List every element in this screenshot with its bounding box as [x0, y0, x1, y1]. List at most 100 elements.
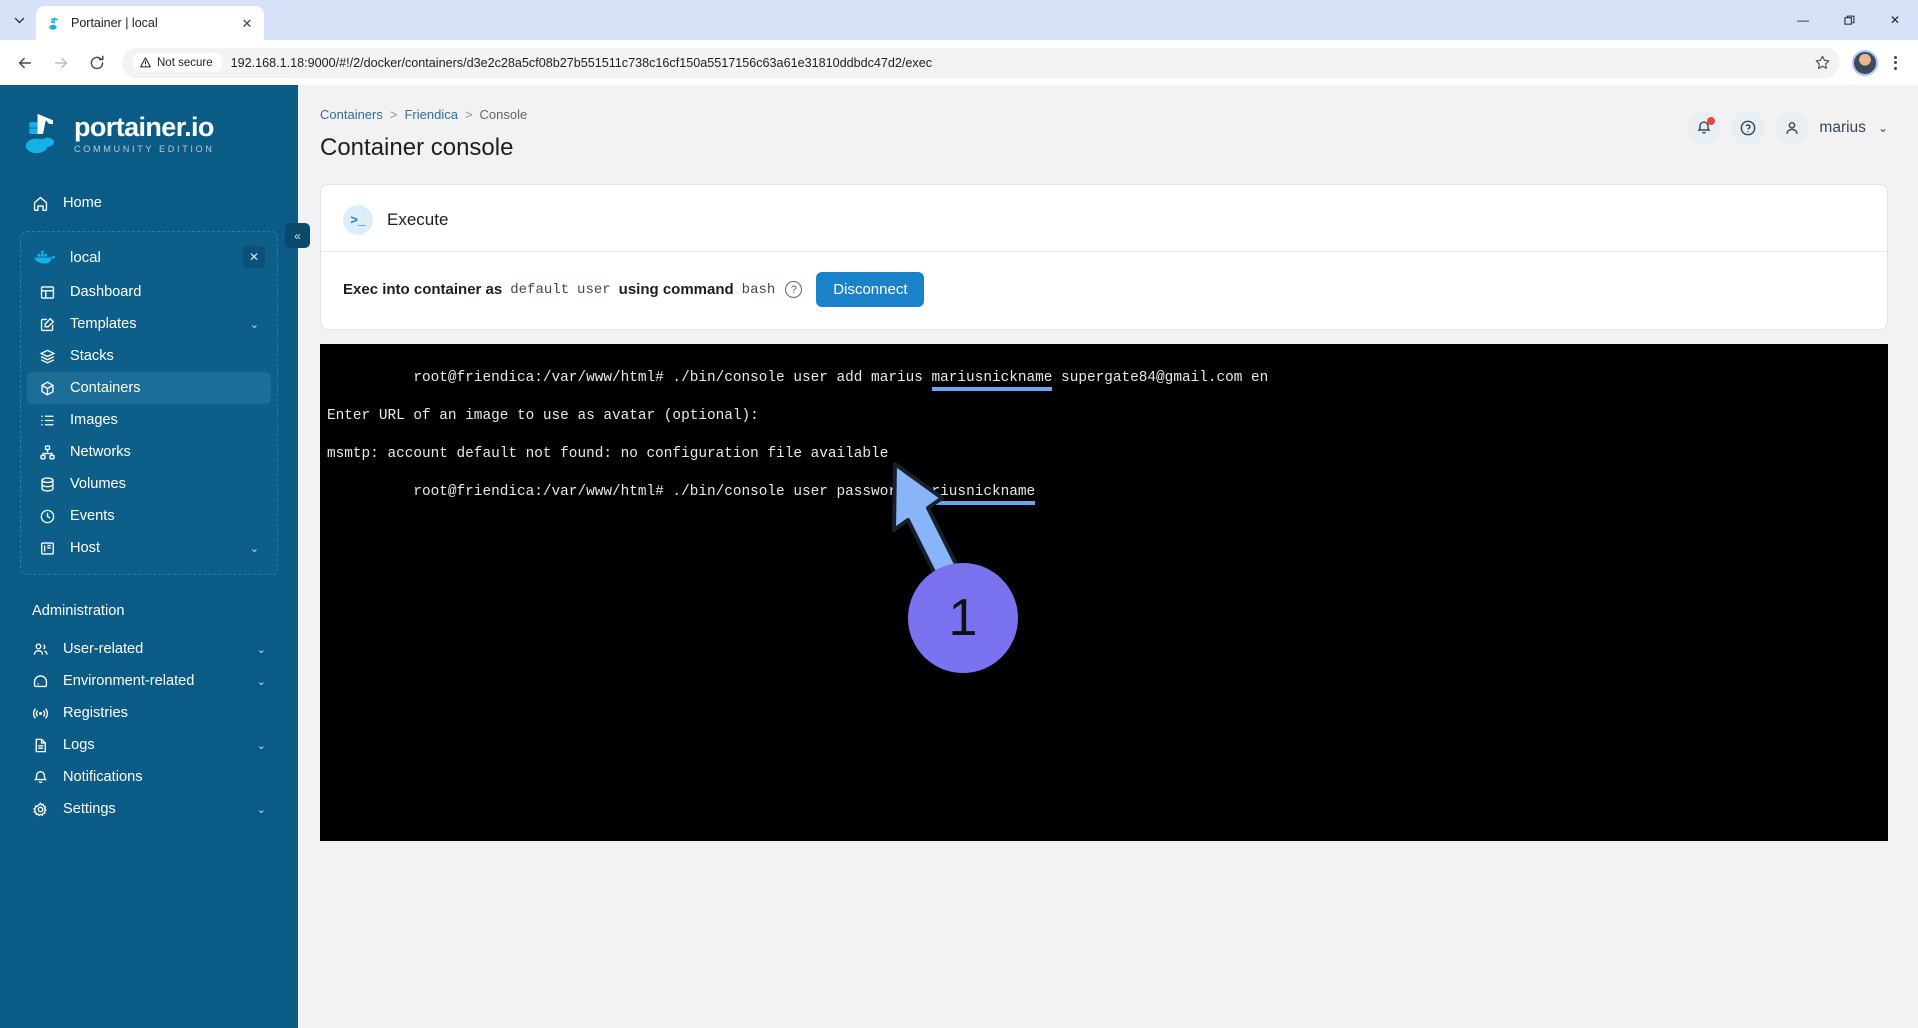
- sidebar-item-containers[interactable]: Containers: [27, 372, 271, 404]
- terminal-line: root@friendica:/var/www/html# ./bin/cons…: [327, 350, 1888, 407]
- breadcrumb-console: Console: [479, 107, 528, 122]
- sidebar: portainer.io COMMUNITY EDITION « Home lo…: [0, 85, 310, 1028]
- environment-header[interactable]: local ✕: [21, 238, 277, 276]
- gear-icon: [32, 801, 49, 818]
- security-indicator[interactable]: Not secure: [132, 53, 223, 72]
- tab-search-button[interactable]: [4, 5, 34, 35]
- terminal-line: Enter URL of an image to use as avatar (…: [327, 408, 759, 424]
- sidebar-item-settings[interactable]: Settings ⌄: [20, 793, 278, 825]
- terminal-line: root@friendica:/var/www/html# ./bin/cons…: [327, 464, 1888, 521]
- page-title: Container console: [320, 134, 514, 161]
- user-avatar-button[interactable]: [1775, 111, 1810, 145]
- sidebar-item-environment-related[interactable]: Environment-related ⌄: [20, 665, 278, 697]
- chevron-down-icon[interactable]: ⌄: [1878, 121, 1888, 135]
- execute-title: Execute: [387, 210, 449, 229]
- disconnect-button[interactable]: Disconnect: [816, 272, 925, 307]
- exec-label-prefix: Exec into container as: [343, 281, 503, 298]
- window-controls: — ✕: [1780, 0, 1918, 40]
- environment-name: local: [70, 248, 101, 266]
- notifications-button[interactable]: [1687, 111, 1722, 145]
- exec-settings-row: Exec into container as default user usin…: [321, 252, 1887, 329]
- tab-strip: Portainer | local ✕ — ✕: [0, 0, 1918, 40]
- sidebar-item-registries[interactable]: Registries: [20, 697, 278, 729]
- user-icon: [1786, 121, 1799, 134]
- back-button[interactable]: [8, 46, 42, 80]
- kebab-menu-icon[interactable]: [1880, 48, 1910, 78]
- sidebar-item-images[interactable]: Images: [27, 404, 271, 436]
- sidebar-item-logs[interactable]: Logs ⌄: [20, 729, 278, 761]
- sidebar-item-dashboard[interactable]: Dashboard: [27, 276, 271, 308]
- chevron-down-icon: ⌄: [256, 739, 266, 752]
- main-content: Containers > Friendica > Console Contain…: [298, 85, 1918, 1028]
- step-number-badge: 1: [908, 563, 1018, 673]
- page-header: Containers > Friendica > Console Contain…: [298, 85, 1918, 162]
- tab-title: Portainer | local: [71, 16, 158, 30]
- warning-triangle-icon: [140, 57, 151, 68]
- logs-icon: [32, 737, 49, 754]
- sidebar-item-label: Logs: [63, 737, 95, 753]
- help-circle-icon[interactable]: ?: [785, 281, 803, 298]
- security-label: Not secure: [157, 56, 213, 69]
- sidebar-item-stacks[interactable]: Stacks: [27, 340, 271, 372]
- portainer-logo[interactable]: portainer.io COMMUNITY EDITION: [0, 85, 298, 181]
- events-clock-icon: [39, 508, 56, 525]
- sidebar-item-volumes[interactable]: Volumes: [27, 468, 271, 500]
- registries-icon: [32, 705, 49, 722]
- forward-button[interactable]: [44, 46, 78, 80]
- breadcrumb-separator: >: [464, 107, 473, 122]
- exec-label-command: using command: [618, 281, 734, 298]
- images-icon: [39, 412, 56, 429]
- address-bar[interactable]: Not secure 192.168.1.18:9000/#!/2/docker…: [122, 47, 1840, 78]
- terminal-text: root@friendica:/var/www/html# ./bin/cons…: [413, 484, 915, 500]
- sidebar-item-label: User-related: [63, 641, 144, 657]
- arrow-left-icon: [18, 57, 32, 68]
- exec-command-value: bash: [741, 281, 776, 298]
- help-button[interactable]: [1731, 111, 1766, 145]
- username-label: marius: [1819, 119, 1866, 136]
- browser-toolbar: Not secure 192.168.1.18:9000/#!/2/docker…: [0, 40, 1918, 85]
- portainer-app: portainer.io COMMUNITY EDITION « Home lo…: [0, 85, 1918, 1028]
- execute-card-header: >_ Execute: [321, 185, 1887, 251]
- help-circle-icon: [1741, 120, 1756, 136]
- arrow-right-icon: [54, 57, 68, 68]
- terminal-highlight: mariusnickname: [931, 370, 1053, 386]
- sidebar-item-host[interactable]: Host ⌄: [27, 532, 271, 564]
- sidebar-item-user-related[interactable]: User-related ⌄: [20, 633, 278, 665]
- breadcrumb-friendica[interactable]: Friendica: [404, 107, 457, 122]
- reload-button[interactable]: [80, 46, 114, 80]
- browser-window: Portainer | local ✕ — ✕ Not secure 192.1…: [0, 0, 1918, 1028]
- sidebar-item-notifications[interactable]: Notifications: [20, 761, 278, 793]
- environment-close-button[interactable]: ✕: [243, 246, 265, 268]
- star-icon[interactable]: [1810, 54, 1834, 71]
- containers-icon: [39, 380, 56, 397]
- minimize-button[interactable]: —: [1780, 0, 1826, 40]
- sidebar-item-networks[interactable]: Networks: [27, 436, 271, 468]
- sidebar-item-label: Home: [63, 195, 102, 211]
- dashboard-icon: [39, 284, 56, 301]
- terminal-output[interactable]: root@friendica:/var/www/html# ./bin/cons…: [320, 344, 1888, 841]
- reload-icon: [90, 55, 104, 69]
- logo-subtitle: COMMUNITY EDITION: [74, 143, 215, 154]
- sidebar-collapse-button[interactable]: «: [285, 223, 310, 248]
- environment-group: local ✕ Dashboard Templates ⌄ Stacks Con…: [20, 231, 278, 575]
- profile-avatar[interactable]: [1852, 49, 1878, 76]
- sidebar-item-home[interactable]: Home: [20, 187, 278, 219]
- terminal-prompt-icon: >_: [343, 205, 373, 235]
- chevron-down-icon: ⌄: [256, 643, 266, 656]
- window-close-button[interactable]: ✕: [1872, 0, 1918, 40]
- chevron-down-icon: ⌄: [256, 675, 266, 688]
- sidebar-item-events[interactable]: Events: [27, 500, 271, 532]
- administration-heading: Administration: [32, 603, 125, 619]
- breadcrumb-separator: >: [389, 107, 398, 122]
- sidebar-item-label: Registries: [63, 705, 128, 721]
- browser-tab[interactable]: Portainer | local ✕: [36, 6, 264, 40]
- sidebar-item-templates[interactable]: Templates ⌄: [27, 308, 271, 340]
- chevron-down-icon: ⌄: [249, 318, 259, 331]
- breadcrumb-containers[interactable]: Containers: [320, 107, 383, 122]
- chevron-down-icon: ⌄: [249, 542, 259, 555]
- maximize-restore-button[interactable]: [1826, 0, 1872, 40]
- sidebar-item-label: Events: [70, 508, 115, 524]
- exec-user-word: user: [577, 281, 611, 298]
- terminal-text: root@friendica:/var/www/html# ./bin/cons…: [413, 370, 932, 386]
- tab-close-button[interactable]: ✕: [238, 14, 256, 32]
